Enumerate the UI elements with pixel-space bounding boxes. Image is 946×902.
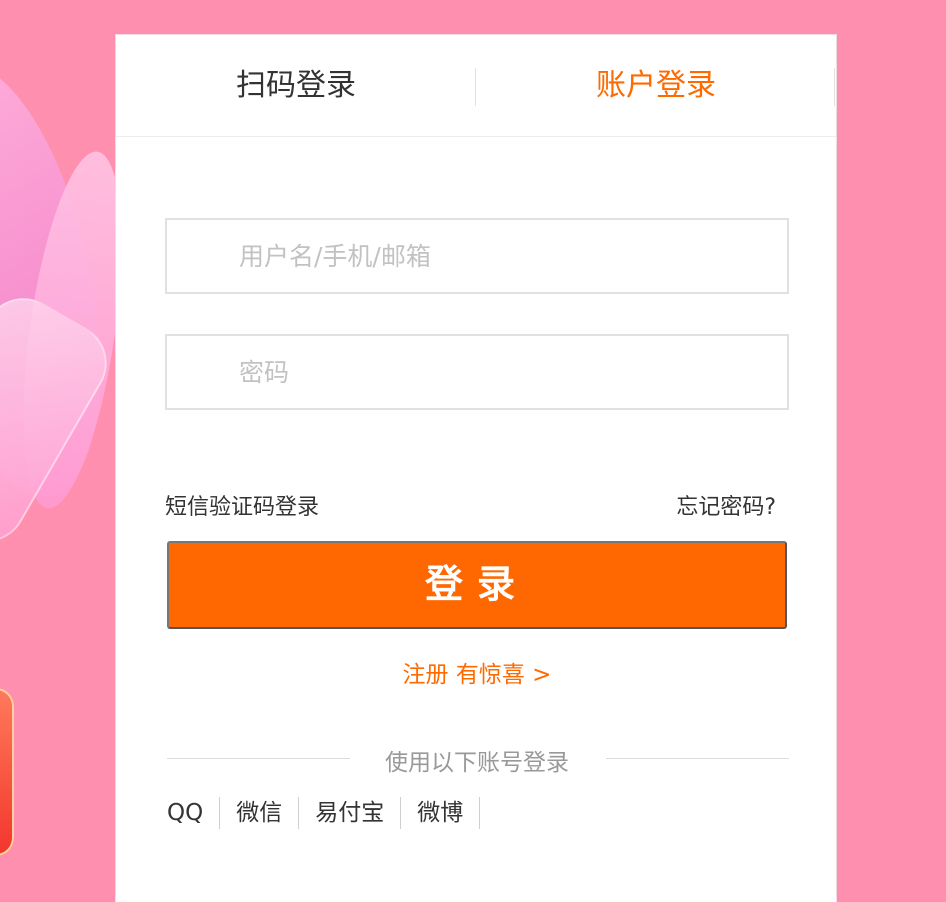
tab-qr-login[interactable]: 扫码登录 [116,35,476,137]
decorative-background [0,0,120,902]
login-button[interactable]: 登录 [167,541,787,629]
social-login-list: QQ 微信 易付宝 微博 [165,797,481,829]
gift-decoration [0,688,14,856]
tab-account-login[interactable]: 账户登录 [476,35,836,137]
register-link[interactable]: 注册 有惊喜 > [116,655,838,689]
other-login-title: 使用以下账号登录 [385,750,569,776]
password-input[interactable] [167,336,787,408]
password-field [165,334,789,410]
login-tabs: 扫码登录 账户登录 [116,35,836,137]
login-card: 扫码登录 账户登录 短信验证码登录 忘记密码? 登录 注册 有惊喜 > 使用以下… [115,34,837,902]
username-field [165,218,789,294]
tab-divider [834,68,835,106]
forgot-password-link[interactable]: 忘记密码? [676,489,776,521]
qq-login-link[interactable]: QQ [165,797,221,829]
wechat-login-link[interactable]: 微信 [220,797,300,829]
divider-line [606,758,789,759]
weibo-login-link[interactable]: 微博 [401,797,481,829]
username-input[interactable] [167,220,787,292]
sms-login-link[interactable]: 短信验证码登录 [165,489,319,521]
tab-divider [475,68,476,106]
yifubao-login-link[interactable]: 易付宝 [299,797,402,829]
